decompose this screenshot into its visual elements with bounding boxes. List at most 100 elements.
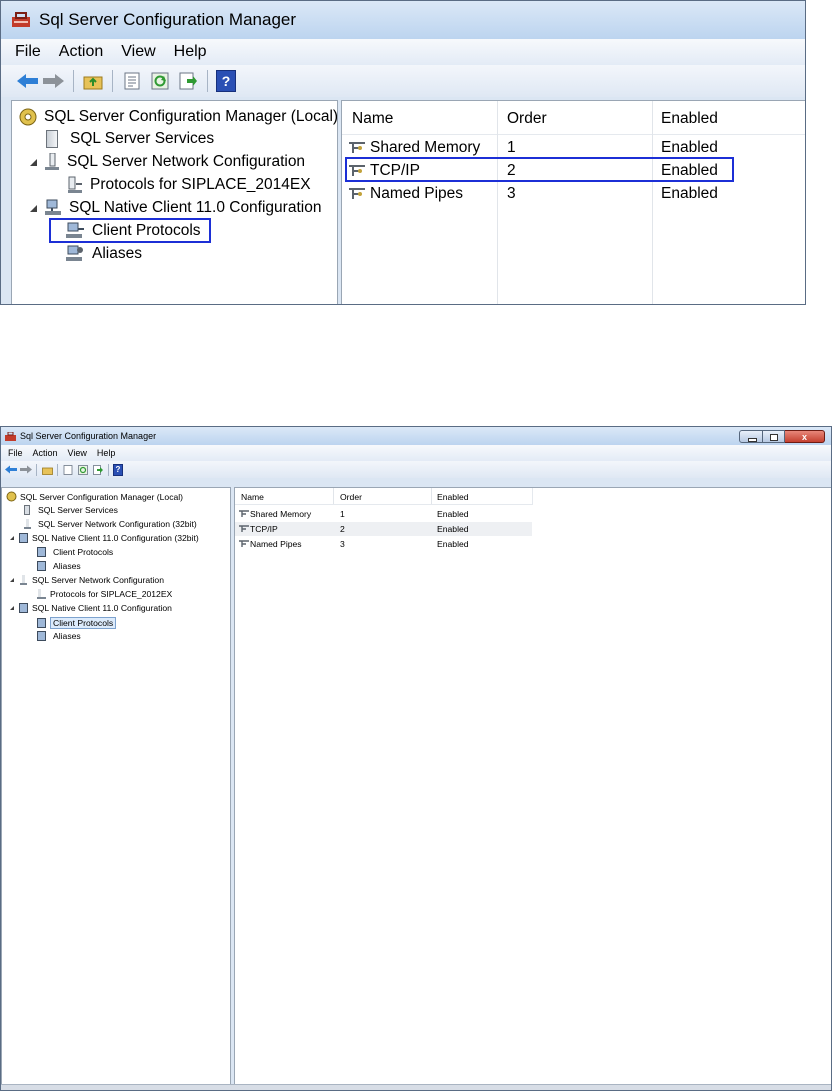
tree-item-network-config[interactable]: SQL Server Network Configuration xyxy=(10,575,164,585)
table-row[interactable]: Named Pipes 3 Enabled xyxy=(235,537,532,551)
refresh-icon[interactable] xyxy=(77,464,89,476)
tree-item-native-client[interactable]: SQL Native Client 11.0 Configuration xyxy=(30,199,321,217)
list-header: Name Order Enabled xyxy=(342,101,805,135)
native-client-icon xyxy=(19,533,28,543)
tree-item-network-config[interactable]: SQL Server Network Configuration xyxy=(30,152,305,171)
protocols-icon xyxy=(37,589,46,599)
menu-action[interactable]: Action xyxy=(33,448,58,458)
tree-item-sql-server-services[interactable]: SQL Server Services xyxy=(46,130,214,148)
client-protocols-icon xyxy=(37,618,46,628)
tree-item-aliases[interactable]: Aliases xyxy=(66,245,142,263)
menu-bar: File Action View Help xyxy=(1,445,831,461)
tree-item-client-protocols-32bit[interactable]: Client Protocols xyxy=(37,547,113,557)
menu-action[interactable]: Action xyxy=(59,43,103,61)
row-name-cell: Shared Memory xyxy=(348,139,480,157)
row-order-cell: 1 xyxy=(507,139,516,156)
column-header-order[interactable]: Order xyxy=(340,492,362,502)
tree-item-sql-server-services[interactable]: SQL Server Services xyxy=(24,505,118,515)
table-row[interactable]: Shared Memory 1 Enabled xyxy=(342,137,805,159)
column-header-order[interactable]: Order xyxy=(507,110,547,128)
help-icon[interactable]: ? xyxy=(216,70,236,92)
row-order-cell: 3 xyxy=(507,185,516,202)
back-arrow-icon[interactable] xyxy=(17,70,39,92)
tree-item-aliases-32bit[interactable]: Aliases xyxy=(37,561,81,571)
expand-arrow-icon[interactable] xyxy=(30,158,37,166)
aliases-icon xyxy=(37,561,46,571)
column-header-enabled[interactable]: Enabled xyxy=(437,492,469,502)
protocol-list: Name Order Enabled Shared Memory 1 Enabl… xyxy=(234,487,831,1087)
minimize-icon xyxy=(748,437,757,442)
column-header-enabled[interactable]: Enabled xyxy=(661,110,718,128)
menu-file[interactable]: File xyxy=(15,43,41,61)
tree-item-protocols-siplace[interactable]: Protocols for SIPLACE_2014EX xyxy=(66,176,311,194)
row-enabled-cell: Enabled xyxy=(437,509,469,519)
list-header: Name Order Enabled xyxy=(235,488,533,505)
refresh-icon[interactable] xyxy=(149,70,171,92)
column-header-name[interactable]: Name xyxy=(352,110,393,128)
window-title: Sql Server Configuration Manager xyxy=(39,10,297,29)
menu-file[interactable]: File xyxy=(8,448,23,458)
protocol-icon xyxy=(239,540,249,548)
expand-arrow-icon[interactable] xyxy=(10,578,14,582)
column-header-name[interactable]: Name xyxy=(241,492,264,502)
minimize-button[interactable] xyxy=(739,429,763,443)
row-enabled-cell: Enabled xyxy=(661,185,718,202)
tree-item-client-protocols-selected[interactable]: Client Protocols xyxy=(37,617,117,629)
aliases-icon xyxy=(66,245,84,263)
menu-view[interactable]: View xyxy=(68,448,87,458)
row-enabled-cell: Enabled xyxy=(437,539,469,549)
console-tree: SQL Server Configuration Manager (Local)… xyxy=(1,487,231,1087)
forward-arrow-icon[interactable] xyxy=(20,464,32,476)
tree-root[interactable]: SQL Server Configuration Manager (Local) xyxy=(18,107,337,127)
native-client-icon xyxy=(19,603,28,613)
menu-view[interactable]: View xyxy=(121,43,155,61)
row-enabled-cell: Enabled xyxy=(437,524,469,534)
console-tree: SQL Server Configuration Manager (Local)… xyxy=(11,100,338,304)
highlight-tcp-ip-row xyxy=(345,157,734,182)
up-folder-icon[interactable] xyxy=(41,464,53,476)
expand-arrow-icon[interactable] xyxy=(10,536,14,540)
tree-item-native-client-32bit[interactable]: SQL Native Client 11.0 Configuration (32… xyxy=(10,533,199,543)
menu-help[interactable]: Help xyxy=(174,43,207,61)
properties-icon[interactable] xyxy=(62,464,74,476)
up-folder-icon[interactable] xyxy=(82,70,104,92)
network-config-icon xyxy=(24,519,31,529)
tree-item-protocols-siplace[interactable]: Protocols for SIPLACE_2012EX xyxy=(37,589,172,599)
menu-help[interactable]: Help xyxy=(97,448,116,458)
server-icon xyxy=(46,130,58,148)
aliases-icon xyxy=(37,631,46,641)
config-manager-icon xyxy=(6,491,17,502)
row-order-cell: 1 xyxy=(340,509,345,519)
tree-item-aliases[interactable]: Aliases xyxy=(37,631,81,641)
zoomed-config-manager-window: Sql Server Configuration Manager File Ac… xyxy=(0,0,806,305)
back-arrow-icon[interactable] xyxy=(5,464,17,476)
tree-item-native-client[interactable]: SQL Native Client 11.0 Configuration xyxy=(10,603,172,613)
close-button[interactable]: x xyxy=(785,429,825,443)
expand-arrow-icon[interactable] xyxy=(30,204,37,212)
config-manager-icon xyxy=(18,107,38,127)
client-protocols-icon xyxy=(37,547,46,557)
expand-arrow-icon[interactable] xyxy=(10,606,14,610)
tree-root[interactable]: SQL Server Configuration Manager (Local) xyxy=(6,491,183,502)
help-icon[interactable]: ? xyxy=(113,463,123,476)
protocols-icon xyxy=(66,176,84,194)
forward-arrow-icon[interactable] xyxy=(43,70,65,92)
column-divider xyxy=(333,488,334,504)
app-icon xyxy=(5,431,16,441)
table-row[interactable]: TCP/IP 2 Enabled xyxy=(235,522,532,536)
row-name-cell: Named Pipes xyxy=(239,539,302,549)
row-order-cell: 3 xyxy=(340,539,345,549)
properties-icon[interactable] xyxy=(121,70,143,92)
tree-item-network-config-32bit[interactable]: SQL Server Network Configuration (32bit) xyxy=(24,519,197,529)
export-list-icon[interactable] xyxy=(177,70,199,92)
export-list-icon[interactable] xyxy=(92,464,104,476)
table-row[interactable]: Shared Memory 1 Enabled xyxy=(235,507,532,521)
maximize-button[interactable] xyxy=(763,429,785,443)
table-row[interactable]: Named Pipes 3 Enabled xyxy=(342,183,805,205)
protocol-icon xyxy=(348,141,366,155)
row-name-cell: TCP/IP xyxy=(239,524,278,534)
row-name-cell: Named Pipes xyxy=(348,185,463,203)
row-enabled-cell: Enabled xyxy=(661,139,718,156)
network-config-icon xyxy=(20,575,27,585)
protocol-icon xyxy=(348,187,366,201)
